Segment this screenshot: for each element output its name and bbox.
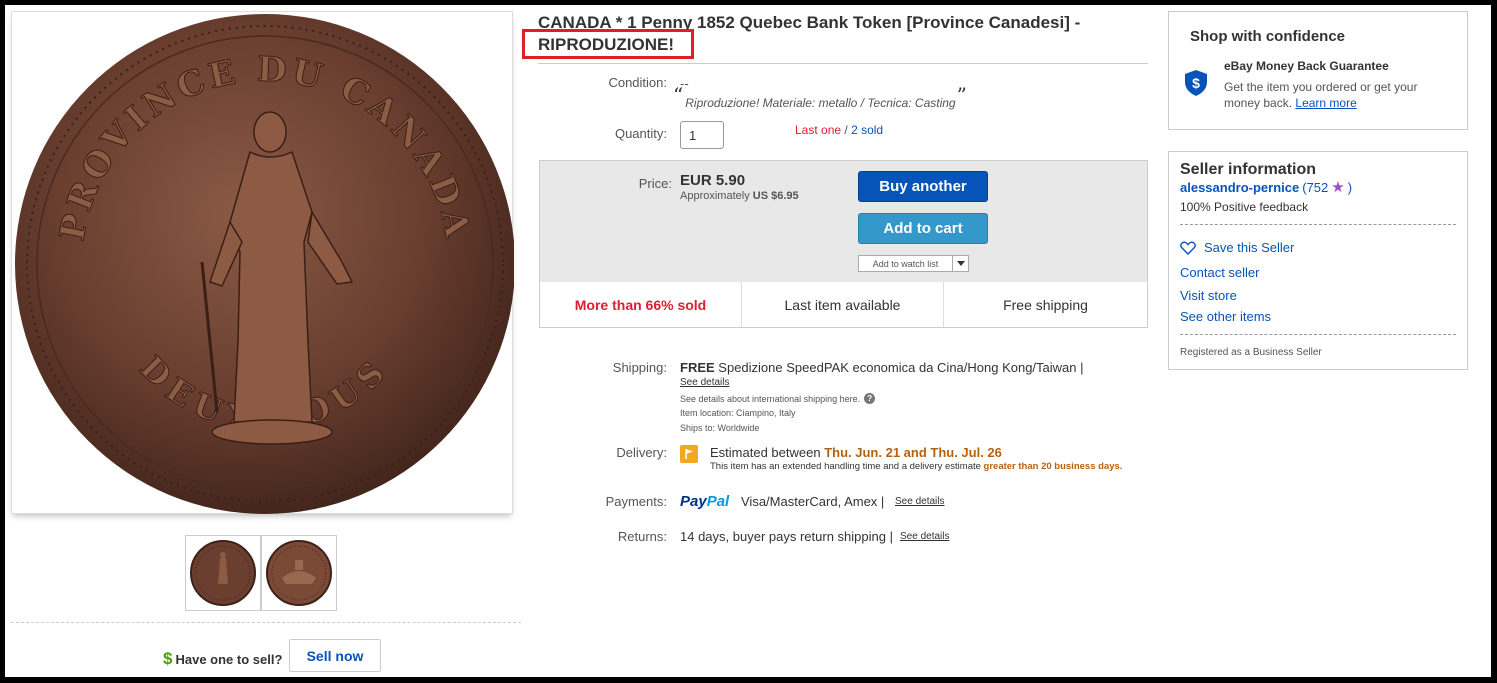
- seller-information-panel: Seller information alessandro-pernice (7…: [1168, 151, 1468, 370]
- learn-more-link[interactable]: Learn more: [1295, 96, 1356, 110]
- delivery-estimate: Estimated between Thu. Jun. 21 and Thu. …: [710, 445, 1002, 460]
- price-label: Price:: [638, 176, 672, 191]
- shipping-service: Spedizione SpeedPAK economica da Cina/Ho…: [718, 360, 1084, 375]
- thumbnail-back[interactable]: [261, 535, 337, 611]
- title-divider: [538, 63, 1148, 64]
- approx-value: US $6.95: [752, 190, 799, 202]
- feedback-close: ): [1347, 180, 1353, 195]
- thumbnail-front[interactable]: [185, 535, 261, 611]
- shipping-label: Shipping:: [612, 360, 667, 375]
- seller-info-title: Seller information: [1180, 161, 1317, 178]
- quantity-label: Quantity:: [614, 126, 667, 141]
- quantity-input[interactable]: [680, 121, 724, 149]
- last-one-text: Last one: [795, 123, 842, 137]
- price-value: EUR 5.90: [680, 172, 746, 189]
- availability: Last one / 2 sold: [795, 123, 883, 137]
- seller-name-line: alessandro-pernice (752 ★ ): [1180, 180, 1352, 195]
- intl-shipping-note: See details about international shipping…: [680, 393, 876, 404]
- have-one-to-sell: $ Have one to sell?: [163, 649, 282, 669]
- intl-shipping-text[interactable]: See details about international shipping…: [680, 394, 860, 404]
- watch-list-dropdown[interactable]: [953, 255, 969, 272]
- condition-description-text: Riproduzione! Materiale: metallo / Tecni…: [685, 96, 956, 110]
- contact-seller-link[interactable]: Contact seller: [1180, 265, 1259, 280]
- add-to-watch-list-button[interactable]: Add to watch list: [858, 255, 953, 272]
- condition-description: “ Riproduzione! Materiale: metallo / Tec…: [673, 83, 967, 110]
- save-seller-label[interactable]: Save this Seller: [1204, 240, 1294, 255]
- other-items-link[interactable]: See other items: [1180, 309, 1271, 324]
- visit-store-link[interactable]: Visit store: [1180, 288, 1237, 303]
- delivery-note-highlight: greater than 20 business days.: [983, 461, 1123, 472]
- ships-to: Ships to: Worldwide: [680, 423, 760, 433]
- payments-label: Payments:: [605, 494, 667, 509]
- sold-count-link[interactable]: 2 sold: [851, 123, 883, 137]
- save-seller-link[interactable]: Save this Seller: [1180, 240, 1294, 255]
- delivery-prefix: Estimated between: [710, 445, 821, 460]
- registered-business-seller: Registered as a Business Seller: [1180, 347, 1322, 358]
- coin-image: PROVINCE DU CANADA DEUX SOUS: [15, 14, 514, 514]
- feature-sold-percent: More than 66% sold: [540, 282, 742, 327]
- chevron-down-icon: [956, 261, 965, 266]
- shipping-free: FREE: [680, 360, 715, 375]
- feature-free-shipping: Free shipping: [1003, 296, 1088, 313]
- condition-label: Condition:: [608, 75, 667, 90]
- approx-prefix: Approximately: [680, 190, 750, 202]
- seller-name-link[interactable]: alessandro-pernice: [1180, 180, 1299, 195]
- coin-front-thumbnail-icon: [190, 540, 256, 606]
- close-quote-icon: ”: [956, 83, 967, 107]
- star-icon: ★: [1331, 179, 1345, 196]
- listing-page: PROVINCE DU CANADA DEUX SOUS: [5, 5, 1491, 677]
- delivery-dates: Thu. Jun. 21 and Thu. Jul. 26: [824, 445, 1002, 460]
- confidence-title: Shop with confidence: [1190, 28, 1346, 45]
- positive-feedback: 100% Positive feedback: [1180, 200, 1309, 214]
- availability-separator: /: [841, 123, 852, 137]
- shop-with-confidence-panel: Shop with confidence $ eBay Money Back G…: [1168, 11, 1468, 130]
- seller-divider: [1180, 334, 1456, 335]
- help-icon[interactable]: ?: [864, 393, 876, 404]
- payment-methods: Visa/MasterCard, Amex |: [741, 494, 885, 509]
- returns-policy: 14 days, buyer pays return shipping |: [680, 529, 893, 544]
- returns-details-link[interactable]: See details: [900, 531, 949, 542]
- item-location: Item location: Ciampino, Italy: [680, 408, 796, 418]
- approx-price: Approximately US $6.95: [680, 190, 799, 202]
- delivery-note-text: This item has an extended handling time …: [710, 461, 981, 472]
- feedback-score-link[interactable]: (752: [1302, 180, 1328, 195]
- payment-details-link[interactable]: See details: [895, 496, 944, 507]
- money-back-guarantee-text: Get the item you ordered or get your mon…: [1224, 79, 1444, 111]
- money-back-guarantee-title: eBay Money Back Guarantee: [1224, 59, 1389, 73]
- left-divider: [11, 622, 521, 623]
- returns-label: Returns:: [617, 529, 667, 544]
- sell-now-button[interactable]: Sell now: [289, 639, 381, 672]
- heart-icon: [1180, 241, 1196, 255]
- highlight-box: [522, 29, 694, 59]
- buy-another-button[interactable]: Buy another: [858, 171, 988, 202]
- shipping-details-link[interactable]: See details: [680, 377, 729, 388]
- paypal-pay: Pay: [680, 493, 707, 510]
- paypal-pal: Pal: [706, 493, 730, 510]
- watch-list-group: Add to watch list: [858, 255, 969, 272]
- svg-text:$: $: [1192, 75, 1200, 91]
- paypal-logo: PayPal: [680, 493, 729, 510]
- open-quote-icon: “: [673, 83, 684, 107]
- main-image-viewer[interactable]: PROVINCE DU CANADA DEUX SOUS: [11, 11, 514, 514]
- price-panel: Price: EUR 5.90 Approximately US $6.95 B…: [539, 160, 1148, 328]
- feature-last-item: Last item available: [742, 282, 944, 327]
- delivery-note: This item has an extended handling time …: [710, 461, 1130, 473]
- delivery-label: Delivery:: [616, 445, 667, 460]
- seller-divider: [1180, 224, 1456, 225]
- flag-icon: [680, 445, 698, 463]
- shield-icon: $: [1185, 70, 1207, 96]
- dollar-icon: $: [163, 649, 173, 668]
- have-one-prompt: Have one to sell?: [175, 651, 283, 667]
- coin-back-thumbnail-icon: [266, 540, 332, 606]
- shipping-summary: FREE Spedizione SpeedPAK economica da Ci…: [680, 360, 1084, 375]
- add-to-cart-button[interactable]: Add to cart: [858, 213, 988, 244]
